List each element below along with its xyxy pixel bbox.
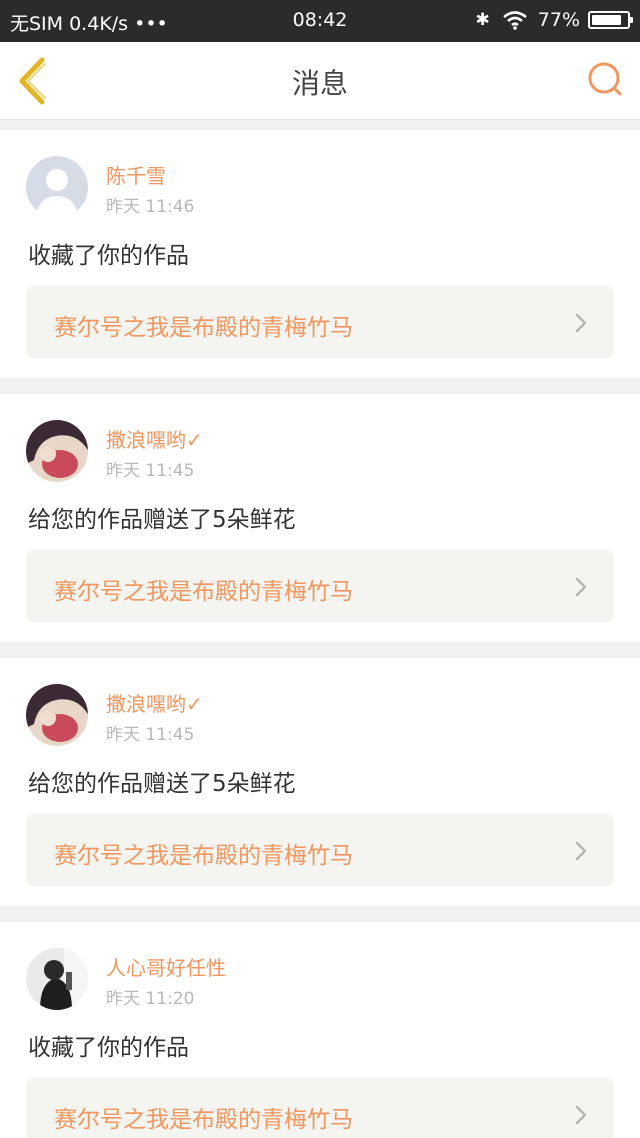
chevron-right-icon (575, 841, 587, 861)
work-title: 赛尔号之我是布殿的青梅竹马 (54, 315, 353, 341)
timestamp: 昨天 11:45 (106, 461, 195, 481)
action-text: 给您的作品赠送了5朵鲜花 (28, 771, 296, 797)
search-icon[interactable] (586, 60, 626, 100)
work-title: 赛尔号之我是布殿的青梅竹马 (54, 843, 353, 869)
message-list: 陈千雪 昨天 11:46 收藏了你的作品 赛尔号之我是布殿的青梅竹马 撒浪嘿哟✓… (0, 130, 640, 1138)
username[interactable]: 撒浪嘿哟✓ (106, 424, 203, 453)
avatar[interactable] (26, 684, 88, 746)
avatar[interactable] (26, 420, 88, 482)
username[interactable]: 人心哥好任性 (106, 952, 226, 981)
chevron-right-icon (575, 1105, 587, 1125)
battery-icon (588, 11, 633, 29)
chevron-left-icon[interactable] (14, 56, 54, 106)
avatar[interactable] (26, 948, 88, 1010)
username[interactable]: 陈千雪 (106, 160, 166, 189)
action-text: 给您的作品赠送了5朵鲜花 (28, 507, 296, 533)
status-icons: ✱ 77% (475, 9, 633, 31)
action-text: 收藏了你的作品 (28, 243, 189, 269)
work-link[interactable]: 赛尔号之我是布殿的青梅竹马 (26, 550, 614, 622)
chevron-right-icon (575, 313, 587, 333)
bluetooth-icon: ✱ (475, 10, 490, 30)
timestamp: 昨天 11:45 (106, 725, 195, 745)
message-card: 撒浪嘿哟✓ 昨天 11:45 给您的作品赠送了5朵鲜花 赛尔号之我是布殿的青梅竹… (0, 658, 640, 906)
message-card: 陈千雪 昨天 11:46 收藏了你的作品 赛尔号之我是布殿的青梅竹马 (0, 130, 640, 378)
status-bar: 无SIM 0.4K/s ••• 08:42 ✱ 77% (0, 0, 640, 42)
wifi-icon (502, 11, 527, 30)
action-text: 收藏了你的作品 (28, 1035, 189, 1061)
avatar[interactable] (26, 156, 88, 218)
navigation-bar: 消息 (0, 42, 640, 120)
chevron-right-icon (575, 577, 587, 597)
work-title: 赛尔号之我是布殿的青梅竹马 (54, 1107, 353, 1133)
work-title: 赛尔号之我是布殿的青梅竹马 (54, 579, 353, 605)
work-link[interactable]: 赛尔号之我是布殿的青梅竹马 (26, 286, 614, 358)
message-card: 撒浪嘿哟✓ 昨天 11:45 给您的作品赠送了5朵鲜花 赛尔号之我是布殿的青梅竹… (0, 394, 640, 642)
message-card: 人心哥好任性 昨天 11:20 收藏了你的作品 赛尔号之我是布殿的青梅竹马 (0, 922, 640, 1138)
work-link[interactable]: 赛尔号之我是布殿的青梅竹马 (26, 814, 614, 886)
battery-percent: 77% (537, 9, 580, 31)
timestamp: 昨天 11:46 (106, 197, 195, 217)
page-title: 消息 (291, 67, 348, 100)
username[interactable]: 撒浪嘿哟✓ (106, 688, 203, 717)
work-link[interactable]: 赛尔号之我是布殿的青梅竹马 (26, 1078, 614, 1138)
timestamp: 昨天 11:20 (106, 989, 195, 1009)
